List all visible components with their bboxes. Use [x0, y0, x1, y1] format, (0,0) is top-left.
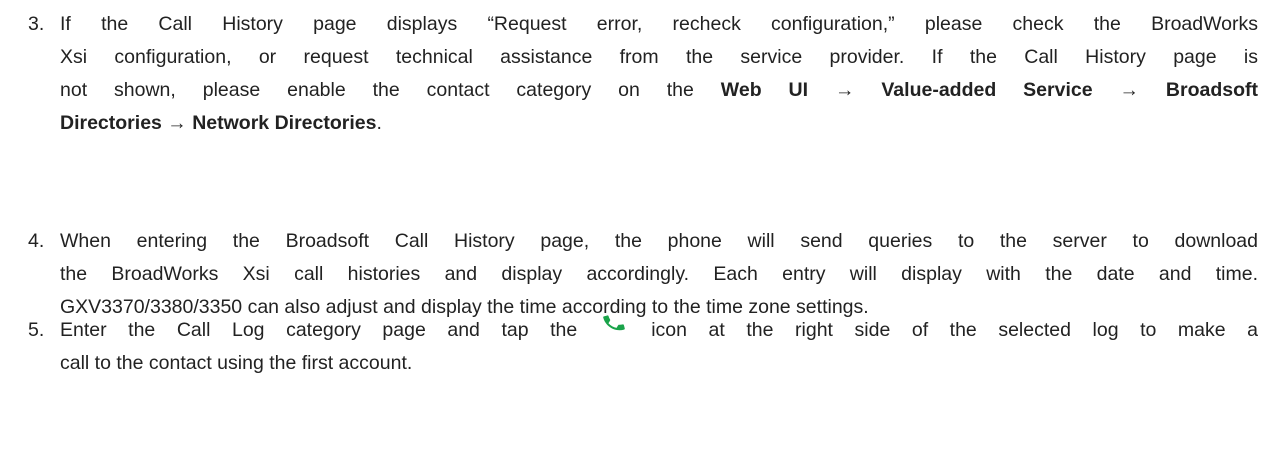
text-line: If the Call History page displays “Reque…	[60, 8, 1258, 41]
step-3: 3. If the Call History page displays “Re…	[28, 8, 1258, 140]
text-line: the BroadWorks Xsi call histories and di…	[60, 258, 1258, 291]
step-number: 4.	[28, 230, 45, 252]
phone-call-icon	[577, 311, 651, 335]
text-line: Enter the Call Log category page and tap…	[60, 314, 1258, 347]
text-line: call to the contact using the first acco…	[60, 347, 1258, 380]
step-text: When entering the Broadsoft Call History…	[60, 225, 1258, 324]
text-line: not shown, please enable the contact cat…	[60, 74, 1258, 107]
step-number: 3.	[28, 13, 45, 35]
step-text: Enter the Call Log category page and tap…	[60, 314, 1258, 380]
text-run: icon at the right side of the selected l…	[651, 319, 1258, 341]
text-run: If the Call History page displays “Reque…	[60, 13, 1258, 35]
text-run: call to the contact using the first acco…	[60, 352, 413, 374]
text-run: not shown, please enable the contact cat…	[60, 79, 721, 101]
text-run: the BroadWorks Xsi call histories and di…	[60, 263, 1258, 285]
text-line: When entering the Broadsoft Call History…	[60, 225, 1258, 258]
step-number: 5.	[28, 319, 45, 341]
text-line: Xsi configuration, or request technical …	[60, 41, 1258, 74]
text-run: Enter the Call Log category page and tap…	[60, 319, 578, 341]
menu-path-bold: Directories → Network Directories	[60, 112, 377, 134]
menu-path-bold: Web UI → Value-added Service → Broadsoft	[720, 79, 1258, 101]
text-run: .	[376, 112, 382, 134]
step-5: 5. Enter the Call Log category page and …	[28, 314, 1258, 380]
text-run: When entering the Broadsoft Call History…	[60, 230, 1258, 252]
step-text: If the Call History page displays “Reque…	[60, 8, 1258, 140]
text-line: Directories → Network Directories.	[60, 107, 1258, 140]
document-page: 3. If the Call History page displays “Re…	[0, 0, 1272, 451]
step-4: 4. When entering the Broadsoft Call Hist…	[28, 225, 1258, 324]
text-run: Xsi configuration, or request technical …	[60, 46, 1258, 68]
